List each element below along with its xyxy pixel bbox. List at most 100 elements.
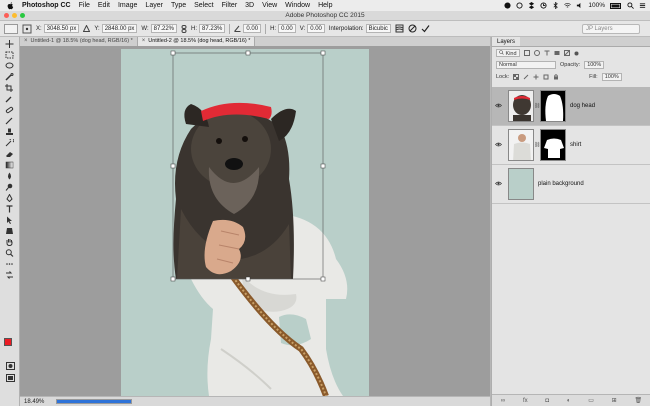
bluetooth-icon[interactable] (552, 2, 559, 9)
add-mask-icon[interactable]: ◘ (545, 398, 549, 404)
pen-tool[interactable] (4, 193, 16, 202)
eraser-tool[interactable] (4, 149, 16, 158)
layer-thumbnail[interactable] (508, 168, 534, 200)
reference-point-icon[interactable] (22, 24, 32, 34)
lasso-tool[interactable] (4, 61, 16, 70)
dodge-tool[interactable] (4, 182, 16, 191)
gradient-tool[interactable] (4, 160, 16, 169)
zoom-tool[interactable] (4, 248, 16, 257)
menu-type[interactable]: Type (171, 2, 186, 9)
horizontal-skew-field[interactable]: H: 0.00 (270, 24, 296, 33)
eye-icon[interactable] (492, 142, 504, 149)
rotate-field[interactable]: 0.00 (234, 24, 262, 33)
layer-row-plain-background[interactable]: plain background (492, 165, 650, 204)
height-field[interactable]: H: 87.23% (191, 24, 226, 33)
marquee-tool[interactable] (4, 50, 16, 59)
menu-edit[interactable]: Edit (98, 2, 110, 9)
layer-row-shirt[interactable]: ⛓ shirt (492, 126, 650, 165)
search-input[interactable]: JP Layers (582, 24, 640, 34)
new-layer-icon[interactable]: ⊞ (612, 397, 617, 404)
x-position-field[interactable]: X: 3048.50 px (36, 24, 80, 33)
tab-untitled-1[interactable]: × Untitled-1 @ 18.5% (dog head, RGB/16) … (20, 37, 138, 46)
opacity-field[interactable]: 100% (584, 61, 605, 69)
layer-style-icon[interactable]: fx (523, 398, 528, 404)
lock-image-icon[interactable] (523, 74, 529, 80)
filter-toggle-icon[interactable] (574, 51, 579, 56)
width-field[interactable]: W: 87.22% (141, 24, 178, 33)
notification-center-icon[interactable] (639, 2, 646, 9)
lock-position-icon[interactable] (533, 74, 539, 80)
interpolation-select[interactable]: Bicubic (365, 24, 391, 33)
creative-cloud-icon[interactable] (504, 2, 511, 9)
cancel-transform-icon[interactable] (408, 24, 417, 33)
eye-icon[interactable] (492, 181, 504, 188)
link-icon[interactable] (181, 24, 187, 33)
layer-mask-thumbnail[interactable] (540, 129, 566, 161)
menu-window[interactable]: Window (285, 2, 310, 9)
move-tool[interactable] (4, 39, 16, 48)
foreground-color-swatch[interactable] (4, 338, 12, 346)
layer-mask-thumbnail[interactable] (540, 90, 566, 122)
dropbox-icon[interactable] (528, 2, 535, 9)
menu-file[interactable]: File (79, 2, 90, 9)
w-value[interactable]: 87.22% (150, 24, 178, 33)
menu-image[interactable]: Image (118, 2, 137, 9)
document-canvas[interactable] (121, 49, 369, 396)
x-value[interactable]: 3048.50 px (43, 24, 80, 33)
canvas-area[interactable] (20, 46, 490, 396)
tab-untitled-2[interactable]: × Untitled-2 @ 18.5% (dog head, RGB/16) … (137, 37, 256, 46)
menu-view[interactable]: View (262, 2, 277, 9)
fill-field[interactable]: 100% (601, 73, 622, 81)
tab-layers[interactable]: Layers (492, 37, 521, 46)
link-layers-icon[interactable]: ∞ (501, 398, 505, 404)
menu-select[interactable]: Select (194, 2, 213, 9)
apple-icon[interactable] (6, 1, 14, 10)
layer-thumbnail[interactable] (508, 129, 534, 161)
filter-smart-object-icon[interactable] (563, 50, 570, 56)
time-machine-icon[interactable] (540, 2, 547, 9)
volume-icon[interactable] (576, 2, 583, 9)
quick-selection-tool[interactable] (4, 72, 16, 81)
warp-icon[interactable] (395, 24, 404, 33)
vertical-skew-field[interactable]: V: 0.00 (300, 24, 325, 33)
filter-adjustment-icon[interactable] (533, 50, 540, 56)
layer-thumbnail[interactable] (508, 90, 534, 122)
menu-filter[interactable]: Filter (222, 2, 238, 9)
wifi-icon[interactable] (564, 2, 572, 9)
angle-value[interactable]: 0.00 (243, 24, 262, 33)
more-tools[interactable] (4, 259, 16, 268)
close-tab-icon[interactable]: × (24, 37, 28, 46)
history-brush-tool[interactable] (4, 138, 16, 147)
close-tab-icon[interactable]: × (142, 37, 146, 46)
zoom-level[interactable]: 18.49% (20, 399, 56, 405)
crop-tool[interactable] (4, 83, 16, 92)
hskew-value[interactable]: 0.00 (278, 24, 296, 33)
healing-brush-tool[interactable] (4, 105, 16, 114)
filter-type-icon[interactable] (544, 50, 550, 56)
quick-mask-button[interactable] (4, 361, 16, 370)
lock-all-icon[interactable] (553, 74, 559, 80)
lock-transparent-icon[interactable] (513, 74, 520, 80)
clone-stamp-tool[interactable] (4, 127, 16, 136)
shape-tool[interactable] (4, 226, 16, 235)
trash-icon[interactable]: 🗑 (634, 397, 642, 404)
menu-photoshop[interactable]: Photoshop CC (22, 2, 71, 9)
brush-tool[interactable] (4, 116, 16, 125)
battery-icon[interactable] (610, 2, 622, 9)
layer-row-dog-head[interactable]: ⛓ dog head (492, 87, 650, 126)
menu-layer[interactable]: Layer (145, 2, 163, 9)
filter-pixel-icon[interactable] (523, 50, 530, 56)
eye-icon[interactable] (492, 103, 504, 110)
y-position-field[interactable]: Y: 2848.00 px (94, 24, 138, 33)
y-value[interactable]: 2848.00 px (101, 24, 138, 33)
interpolation-field[interactable]: Interpolation: Bicubic (329, 24, 391, 33)
screen-mode-button[interactable] (4, 373, 16, 382)
spotlight-icon[interactable] (627, 2, 634, 9)
kind-filter-select[interactable]: Kind (496, 49, 520, 57)
filter-shape-icon[interactable] (554, 50, 560, 56)
hand-tool[interactable] (4, 237, 16, 246)
commit-transform-icon[interactable] (421, 24, 430, 33)
h-value[interactable]: 87.23% (199, 24, 226, 33)
swap-colors-button[interactable] (4, 270, 16, 279)
eyedropper-tool[interactable] (4, 94, 16, 103)
